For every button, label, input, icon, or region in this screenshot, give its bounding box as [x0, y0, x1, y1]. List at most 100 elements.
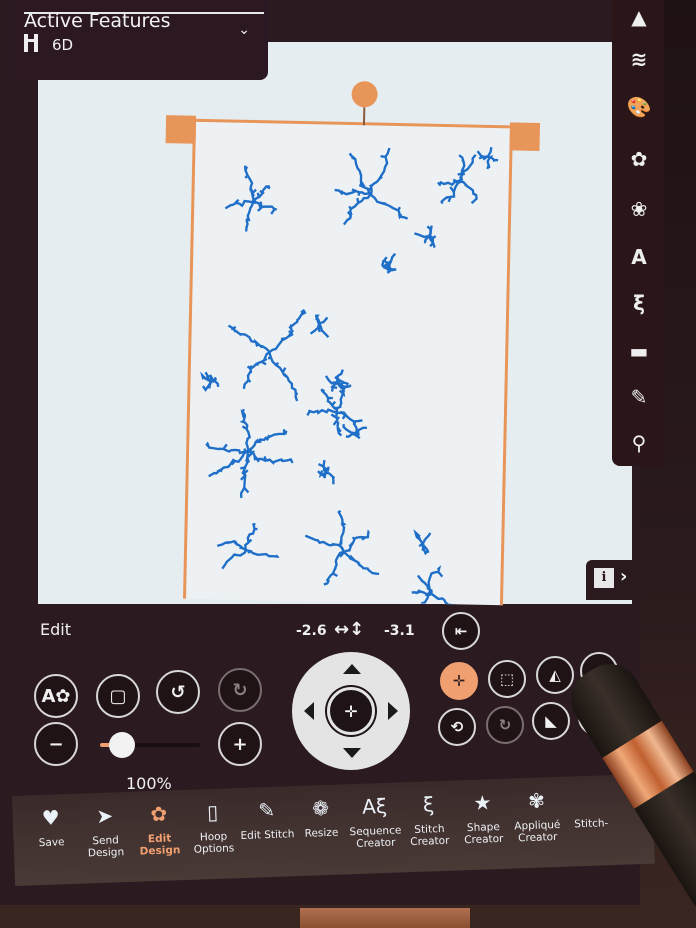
stitch-path: [430, 592, 456, 606]
stitch-path: [239, 408, 253, 455]
stitch-path: [318, 322, 330, 338]
toolbar-item-label: Resize: [304, 826, 339, 840]
layers-icon[interactable]: ≋: [626, 46, 652, 72]
stitch-motif: [334, 147, 409, 226]
duplicate-button[interactable]: ◣: [532, 702, 570, 740]
stitch-path: [457, 153, 477, 183]
stitch-motif: [317, 459, 336, 485]
toolbar-item-label: Stitch Creator: [410, 822, 450, 849]
toolbar-item-stitch-creator[interactable]: ξ Stitch Creator: [398, 790, 460, 848]
stitch-path: [330, 382, 339, 393]
center-design-button[interactable]: ✛: [440, 662, 478, 700]
stitch-path: [411, 589, 433, 597]
toolbar-item-send-design[interactable]: ➤ Send Design: [74, 802, 136, 860]
heart-icon: ♥: [41, 805, 61, 830]
rotate-button[interactable]: ⟲: [438, 708, 476, 746]
stitch-out-icon: [590, 786, 591, 812]
stitch-path: [224, 198, 254, 210]
toolbar-item-label: Stitch-: [574, 817, 609, 831]
pyramid-icon[interactable]: ▲: [626, 4, 652, 30]
stitch-path: [489, 154, 499, 162]
toolbar-item-edit-design[interactable]: ✿ Edit Design: [128, 800, 190, 858]
stitch-path: [304, 534, 346, 553]
zoom-slider-thumb[interactable]: [109, 732, 135, 758]
stitch-path: [334, 188, 372, 196]
stitch-motif: [216, 522, 280, 570]
flower-pencil-icon: ✿: [149, 801, 168, 827]
info-icon[interactable]: i: [594, 568, 614, 588]
stitch-path: [208, 380, 212, 389]
stitch-path: [252, 201, 277, 215]
redo-button[interactable]: ↻: [218, 668, 262, 712]
active-features-title: Active Features: [24, 10, 171, 32]
design-canvas[interactable]: [38, 42, 632, 606]
folder-icon[interactable]: ▬: [626, 338, 652, 364]
toolbar-item-label: Sequence Creator: [349, 824, 402, 851]
toolbar-item-label: Hoop Options: [193, 830, 235, 856]
active-features-panel[interactable]: Active Features ⌄ 6D: [10, 0, 268, 80]
zoom-in-button[interactable]: +: [218, 722, 262, 766]
toolbar-item-label: Edit Design: [139, 832, 181, 858]
undo-button[interactable]: ↺: [156, 670, 200, 714]
chevron-down-icon[interactable]: ⌄: [238, 22, 250, 38]
rotate-degrees-button[interactable]: ↻: [486, 706, 524, 744]
stitch-path: [216, 539, 247, 552]
move-down-button[interactable]: [343, 748, 361, 758]
stitch-path: [370, 194, 409, 220]
stitch-motif: [227, 308, 307, 402]
hoop-clamp-right: [509, 122, 541, 151]
info-tab[interactable]: i ›: [586, 560, 642, 600]
flower-globe-icon[interactable]: ❀: [626, 196, 652, 222]
move-left-button[interactable]: [304, 702, 314, 720]
bottom-toolbar: ♥ Save ➤ Send Design ✿ Edit Design ▯ Hoop Optio…: [12, 773, 655, 886]
zoom-to-hoop-button[interactable]: ▢: [96, 674, 140, 718]
search-icon[interactable]: ⚲: [626, 430, 652, 456]
chevron-right-icon[interactable]: ›: [620, 566, 627, 587]
stitch-pencil-icon: ✎: [257, 797, 276, 823]
paper-plane-icon: ➤: [95, 803, 114, 829]
hoop-frame: [165, 81, 541, 606]
edit-notes-icon[interactable]: ✎: [626, 384, 652, 410]
scale-design-button[interactable]: ⬚: [488, 660, 526, 698]
toolbar-item-shape-creator[interactable]: ★ Shape Creator: [452, 789, 514, 847]
palette-icon[interactable]: 🎨: [626, 94, 652, 120]
stitch-path: [388, 252, 397, 266]
center-move-button[interactable]: ✛: [327, 687, 375, 735]
toolbar-item-edit-stitch[interactable]: ✎ Edit Stitch: [236, 796, 297, 842]
flower-icon[interactable]: ✿: [626, 146, 652, 172]
stitch-path: [330, 412, 343, 437]
move-right-button[interactable]: [388, 702, 398, 720]
toolbar-item-sequence-creator[interactable]: Aξ Sequence Creator: [344, 792, 406, 850]
stitch-motif: [411, 565, 456, 606]
zoom-slider[interactable]: [100, 732, 200, 758]
toolbar-item-resize[interactable]: ❁ Resize: [290, 794, 351, 840]
zoom-to-design-button[interactable]: A✿: [34, 674, 78, 718]
mirror-horizontal-button[interactable]: ◭: [536, 656, 574, 694]
stitch-path: [208, 374, 218, 384]
stitch-path: [428, 229, 432, 237]
letter-a-icon[interactable]: A: [626, 244, 652, 270]
stitch-path: [319, 316, 329, 325]
right-toolbar: ▲ ≋ 🎨 ✿ ❀ Aξ ▬ ✎ ⚲: [612, 0, 664, 466]
toolbar-item-applique-creator[interactable]: ✾ Appliqué Creator: [506, 787, 568, 845]
stitch-path: [242, 350, 271, 390]
embroidery-design[interactable]: [186, 122, 510, 606]
stitch-path: [205, 441, 249, 455]
resize-flowers-icon: ❁: [311, 795, 330, 821]
toolbar-item-label: Send Design: [87, 834, 125, 860]
stitch-path: [486, 157, 491, 170]
hoop-clamp-left: [165, 115, 197, 144]
park-hoop-button[interactable]: ⇤: [442, 612, 480, 650]
hoop-rotate-handle[interactable]: [351, 81, 378, 108]
zigzag-icon[interactable]: ξ: [626, 290, 652, 316]
toolbar-item-hoop-options[interactable]: ▯ Hoop Options: [182, 798, 244, 856]
move-up-button[interactable]: [343, 664, 361, 674]
toolbar-item-label: Appliqué Creator: [514, 818, 561, 845]
stitch-path: [267, 351, 299, 402]
toolbar-item-stitch-out[interactable]: Stitch-: [560, 785, 621, 831]
stitch-path: [421, 532, 432, 545]
toolbar-item-label: Save: [38, 836, 65, 850]
zoom-out-button[interactable]: −: [34, 722, 78, 766]
stitch-path: [247, 449, 294, 465]
toolbar-item-save[interactable]: ♥ Save: [20, 804, 81, 850]
